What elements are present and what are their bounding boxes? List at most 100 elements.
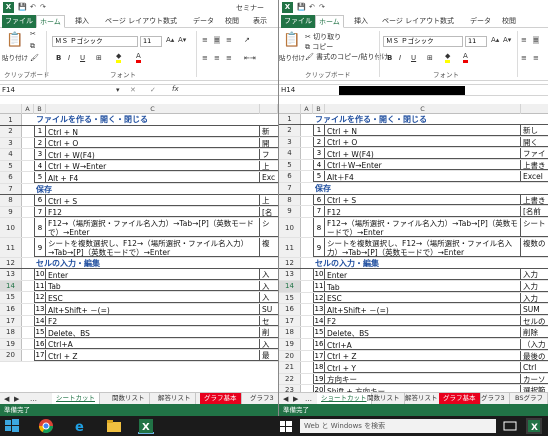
shrink-font-icon[interactable]: A▾ [178, 36, 186, 44]
cell-shortcut[interactable]: ESC [46, 292, 260, 303]
chrome-icon[interactable] [38, 418, 54, 434]
redo-icon[interactable]: ↷ [319, 3, 325, 11]
cell-shortcut[interactable]: Ctrl+A [46, 338, 260, 350]
indent-icon[interactable]: ⇤⇥ [244, 54, 256, 62]
cell-description[interactable]: 開く [521, 137, 548, 148]
row-header[interactable]: 18 [279, 327, 301, 338]
windows-start-icon[interactable] [4, 418, 20, 434]
font-name-box[interactable]: ＭＳ Ｐゴシック [52, 36, 138, 47]
row-header[interactable]: 7 [279, 183, 301, 194]
cell-number[interactable]: 8 [34, 218, 46, 238]
cell-shortcut[interactable]: Ctrl + W(F4) [46, 149, 260, 160]
excel-taskbar-icon[interactable]: X [138, 418, 154, 434]
row-header[interactable]: 6 [279, 171, 301, 182]
cell-number[interactable]: 6 [34, 195, 46, 206]
cell-description[interactable]: 入 [260, 292, 278, 303]
font-color-icon[interactable]: A [463, 52, 468, 63]
cell-number[interactable]: 11 [34, 280, 46, 292]
row-header[interactable]: 5 [0, 160, 22, 172]
row-header[interactable]: 17 [0, 315, 22, 327]
cell-description[interactable]: （入力 [521, 339, 548, 350]
align-left-icon[interactable]: ≡ [521, 54, 527, 62]
cell-description[interactable]: フ [260, 149, 278, 160]
row-header[interactable]: 12 [279, 257, 301, 269]
cell-description[interactable]: セ [260, 316, 278, 327]
tab-insert[interactable]: 挿入 [351, 15, 371, 28]
cell-number[interactable]: 13 [313, 304, 325, 315]
row-header[interactable]: 13 [0, 269, 22, 280]
format-painter-icon[interactable]: 🖌 [30, 54, 39, 62]
save-icon[interactable]: 💾 [18, 3, 27, 11]
redo-icon[interactable]: ↷ [40, 3, 46, 11]
insert-function-button[interactable]: fx [172, 85, 179, 93]
grow-font-icon[interactable]: A▴ [166, 36, 174, 44]
cell-number[interactable]: 3 [313, 148, 325, 159]
row-header[interactable]: 6 [0, 172, 22, 183]
cell-description[interactable]: Exc [260, 172, 278, 183]
align-bottom-icon[interactable]: ≡ [226, 36, 232, 44]
undo-icon[interactable]: ↶ [309, 3, 315, 11]
cell-number[interactable]: 5 [34, 172, 46, 183]
cell-shortcut[interactable]: Alt+Shift+ －(=) [325, 304, 521, 315]
column-header-c[interactable]: C [46, 104, 260, 114]
cell-shortcut[interactable]: Ctrl + Z [46, 350, 260, 361]
cell-description[interactable]: 入 [260, 339, 278, 350]
cell-number[interactable]: 19 [313, 373, 325, 385]
cell-description[interactable]: 開 [260, 138, 278, 149]
name-box[interactable]: F14 [2, 85, 15, 96]
tab-ellipsis[interactable]: … [305, 395, 312, 403]
orientation-icon[interactable]: ↗ [244, 36, 250, 44]
cell-description[interactable]: シ [260, 218, 278, 238]
column-header-b[interactable]: B [34, 104, 46, 114]
row-header[interactable]: 11 [279, 237, 301, 257]
cell-number[interactable]: 15 [34, 327, 46, 338]
cell-description[interactable]: 上書き [521, 160, 548, 171]
align-left-icon[interactable]: ≡ [202, 54, 208, 62]
row-header[interactable]: 20 [0, 350, 22, 361]
row-header[interactable]: 12 [0, 258, 22, 269]
tab-file[interactable]: ファイル [281, 15, 315, 28]
underline-button[interactable]: U [411, 54, 416, 62]
cell-shortcut[interactable]: Ctrl + W→Enter [46, 160, 260, 172]
copy-icon[interactable]: ⧉ [30, 42, 35, 51]
cell-number[interactable]: 18 [313, 362, 325, 373]
column-header-d[interactable] [260, 104, 278, 114]
cell-description[interactable]: 選択範 [521, 385, 548, 392]
cell-number[interactable]: 1 [34, 126, 46, 137]
italic-button[interactable]: I [399, 54, 401, 62]
align-center-icon[interactable]: ≡ [214, 54, 220, 62]
cell-shortcut[interactable]: ESC [325, 292, 521, 304]
cell-number[interactable]: 10 [34, 269, 46, 280]
save-icon[interactable]: 💾 [297, 3, 306, 11]
column-header-a[interactable]: A [301, 104, 313, 114]
row-header[interactable]: 15 [279, 292, 301, 304]
row-header[interactable]: 3 [0, 137, 22, 149]
row-header[interactable]: 4 [279, 148, 301, 159]
cell-number[interactable]: 3 [34, 149, 46, 160]
cell-description[interactable]: セルの [521, 316, 548, 327]
cut-button[interactable]: ✂ 切り取り [305, 32, 341, 42]
cell-description[interactable]: 入 [260, 269, 278, 280]
cell-description[interactable]: SUM [521, 304, 548, 315]
cell-shortcut[interactable]: Ctrl + Z [325, 350, 521, 362]
cell-shortcut[interactable]: Ctrl + W(F4) [325, 148, 521, 159]
cell-shortcut[interactable]: Ctrl + N [325, 125, 521, 136]
cell-number[interactable]: 2 [34, 137, 46, 149]
excel-taskbar-icon-2[interactable]: X [526, 418, 542, 434]
row-header[interactable]: 20 [279, 350, 301, 362]
cell-description[interactable]: シート [521, 218, 548, 237]
row-header[interactable]: 2 [279, 125, 301, 136]
underline-button[interactable]: U [80, 54, 85, 62]
paste-label[interactable]: 貼り付け [2, 52, 28, 62]
cell-description[interactable]: 上 [260, 161, 278, 172]
cell-shortcut[interactable]: F2 [325, 315, 521, 327]
cell-description[interactable]: 最 [260, 350, 278, 361]
cell-number[interactable]: 11 [313, 281, 325, 292]
cell-shortcut[interactable]: Delete、BS [46, 327, 260, 338]
cell-number[interactable]: 7 [313, 206, 325, 217]
column-header-a[interactable]: A [22, 104, 34, 114]
row-header[interactable]: 11 [0, 238, 22, 258]
cell-shortcut[interactable]: Enter [46, 269, 260, 280]
font-name-box[interactable]: ＭＳ Ｐゴシック [383, 36, 463, 47]
border-icon[interactable]: ⊞ [96, 54, 102, 62]
